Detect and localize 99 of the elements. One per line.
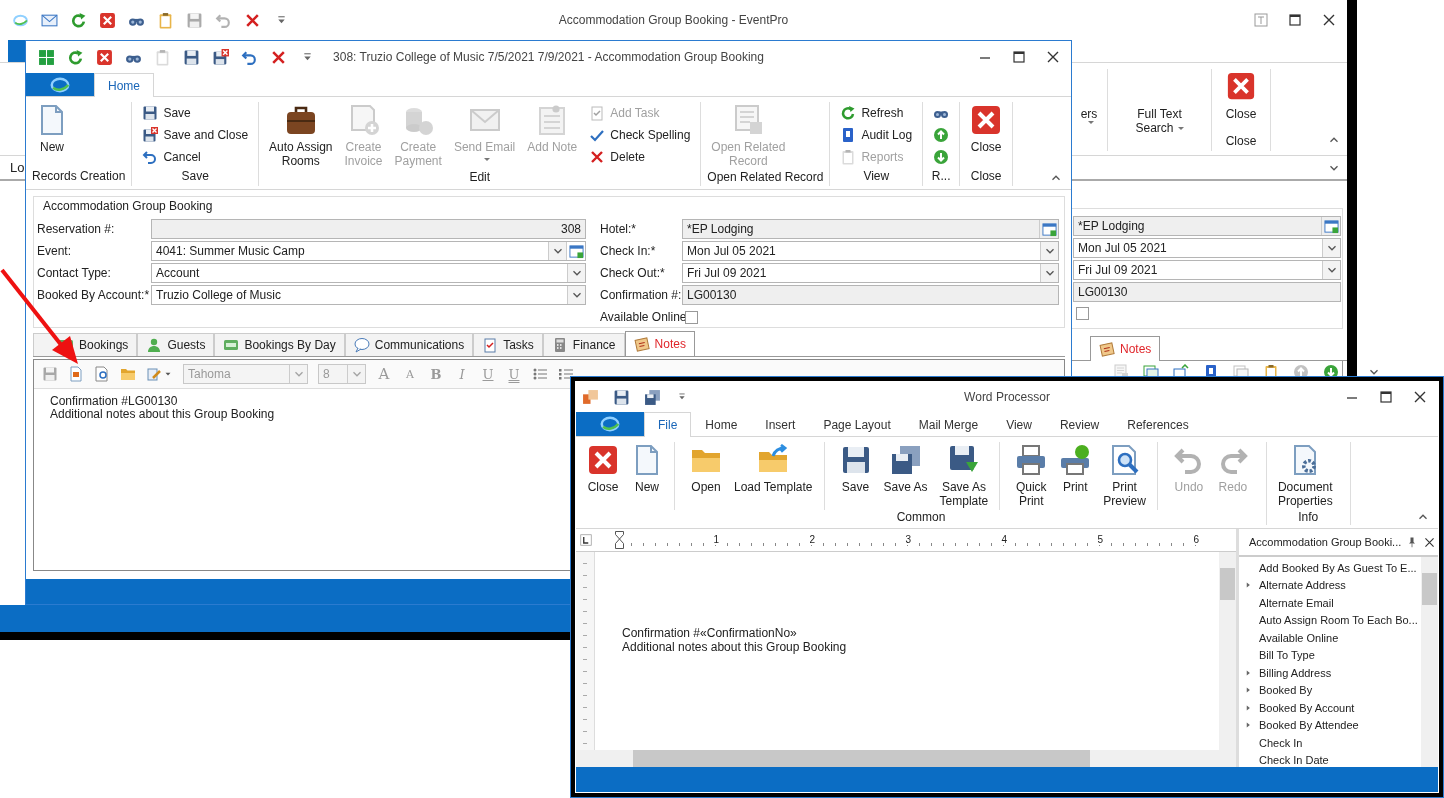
ribbon-tab[interactable]: Page Layout bbox=[809, 412, 905, 436]
ribbon-button[interactable]: Save As Template bbox=[936, 442, 992, 510]
field-item[interactable]: Booked By bbox=[1243, 681, 1313, 699]
field-item[interactable]: Alternate Address bbox=[1243, 576, 1346, 594]
text-field[interactable]: LG00130 bbox=[1073, 282, 1341, 302]
ribbon-button[interactable]: Save bbox=[836, 442, 875, 510]
group-label: Common bbox=[895, 510, 947, 525]
ruler-number: 2 bbox=[809, 535, 815, 545]
field-label: Confirmation #: bbox=[600, 288, 682, 302]
group-label: Close bbox=[1224, 134, 1258, 150]
field-item[interactable]: Check In Date bbox=[1243, 751, 1329, 769]
group-label: Info bbox=[1297, 510, 1320, 525]
window-title: Word Processor bbox=[964, 390, 1050, 404]
ribbon-button[interactable]: Close bbox=[1225, 69, 1257, 134]
group-label: Records Creation bbox=[32, 169, 126, 185]
ribbon-button[interactable]: New bbox=[628, 442, 666, 510]
ribbon-button[interactable]: Refresh bbox=[840, 104, 913, 122]
field-label: Check In:* bbox=[600, 244, 657, 258]
text-line: Additional notes about this Group Booking bbox=[50, 408, 275, 421]
field-item[interactable]: Booked By Attendee bbox=[1243, 716, 1359, 734]
text-line: Confirmation #LG00130 bbox=[50, 395, 178, 408]
field-label: Booked By Account:* bbox=[37, 288, 151, 302]
ribbon-button[interactable]: Document Properties bbox=[1274, 442, 1336, 510]
ribbon-button[interactable]: Print bbox=[1056, 442, 1095, 510]
ribbon-button[interactable]: Save and Close bbox=[142, 126, 249, 144]
ribbon-button[interactable]: Open bbox=[687, 442, 725, 510]
nav-label: Lo bbox=[10, 160, 25, 175]
ribbon-button[interactable]: ers bbox=[1080, 69, 1098, 134]
text-field[interactable]: *EP Lodging bbox=[1073, 216, 1341, 236]
ribbon-tab[interactable]: Review bbox=[1045, 412, 1114, 436]
dropdown-field[interactable]: Account bbox=[151, 263, 586, 283]
ruler-number: 6 bbox=[1193, 535, 1199, 545]
field-item[interactable]: Bill To Type bbox=[1243, 646, 1315, 664]
field-item[interactable]: Billing Address bbox=[1243, 664, 1332, 682]
dropdown-field[interactable]: Mon Jul 05 2021 bbox=[1073, 238, 1341, 258]
group-label: Edit bbox=[468, 170, 492, 186]
text-line: Confirmation #«ConfirmationNo» bbox=[622, 626, 797, 640]
tab[interactable]: Notes bbox=[1090, 336, 1161, 361]
field-label: Check Out:* bbox=[600, 266, 666, 280]
ribbon-tab[interactable]: View bbox=[992, 412, 1046, 436]
field-label: Reservation #: bbox=[37, 222, 116, 236]
ruler-number: 5 bbox=[1097, 535, 1103, 545]
ribbon-button[interactable]: Close bbox=[966, 102, 1007, 169]
dropdown-field[interactable]: Fri Jul 09 2021 bbox=[682, 263, 1059, 283]
text-field[interactable]: *EP Lodging bbox=[682, 219, 1059, 239]
ribbon-button[interactable]: Quick Print bbox=[1012, 442, 1051, 510]
group-label: R... bbox=[930, 169, 952, 185]
text-line: Additional notes about this Group Booking bbox=[622, 640, 847, 654]
tab[interactable]: Guests bbox=[137, 333, 215, 356]
field-item[interactable]: Add Booked By As Guest To E... bbox=[1243, 559, 1417, 577]
ruler-number: 4 bbox=[1001, 535, 1007, 545]
ribbon-tab[interactable]: Home bbox=[94, 73, 154, 97]
group-label: Close bbox=[969, 169, 1003, 185]
field-item[interactable]: Booked By Account bbox=[1243, 699, 1355, 717]
ribbon-button[interactable]: Save bbox=[142, 104, 249, 122]
field-label: Contact Type: bbox=[37, 266, 112, 280]
field-item[interactable]: Available Online bbox=[1243, 629, 1339, 647]
dropdown-field[interactable]: Truzio College of Music bbox=[151, 285, 586, 305]
ribbon-button[interactable]: Close bbox=[584, 442, 622, 510]
dropdown-field[interactable]: 4041: Summer Music Camp bbox=[151, 241, 586, 261]
tab[interactable]: Finance bbox=[542, 333, 625, 356]
text-field[interactable]: LG00130 bbox=[682, 285, 1059, 305]
ribbon-button[interactable]: Save As bbox=[880, 442, 931, 510]
ribbon-tab[interactable]: File bbox=[644, 412, 692, 437]
ribbon-button[interactable]: Audit Log bbox=[840, 126, 913, 144]
tab[interactable]: Communications bbox=[344, 333, 474, 356]
group-label: Save bbox=[180, 169, 210, 185]
tab[interactable]: Bookings By Day bbox=[214, 333, 345, 356]
ribbon-button[interactable]: Full Text Search bbox=[1135, 69, 1184, 135]
field-item[interactable]: Alternate Email bbox=[1243, 594, 1334, 612]
field-item[interactable]: Auto Assign Room To Each Bo... bbox=[1243, 611, 1418, 629]
ribbon-button[interactable]: Auto Assign Rooms bbox=[265, 102, 337, 170]
panel-title: Accommodation Group Booki... bbox=[1249, 536, 1402, 548]
window-title: 308: Truzio College of Music 7/5/2021 7/9/2021 - Accommodation Group Booking bbox=[333, 50, 764, 64]
ribbon-button[interactable]: Delete bbox=[589, 148, 691, 166]
group-title: Accommodation Group Booking bbox=[42, 198, 214, 215]
tab[interactable]: Notes bbox=[624, 331, 695, 356]
ribbon-button[interactable]: Cancel bbox=[142, 148, 249, 166]
ruler-number: 3 bbox=[905, 535, 911, 545]
ribbon-button[interactable]: New bbox=[32, 102, 72, 169]
text-field[interactable]: 308 bbox=[151, 219, 586, 239]
field-item[interactable]: Check In bbox=[1243, 734, 1303, 752]
ribbon-tab[interactable]: Mail Merge bbox=[904, 412, 993, 436]
group-label: View bbox=[862, 169, 891, 185]
document-page[interactable]: Confirmation #«ConfirmationNo» Additional notes about this Group Booking bbox=[595, 552, 1219, 750]
dropdown-field[interactable]: Mon Jul 05 2021 bbox=[682, 241, 1059, 261]
ribbon-button[interactable]: Check Spelling bbox=[589, 126, 691, 144]
dropdown-field[interactable]: Fri Jul 09 2021 bbox=[1073, 260, 1341, 280]
window-title: Accommodation Group Booking - EventPro bbox=[558, 13, 789, 27]
ribbon-button[interactable]: Print Preview bbox=[1100, 442, 1149, 510]
field-label: Hotel:* bbox=[600, 222, 638, 236]
ribbon-tab[interactable]: Insert bbox=[751, 412, 810, 436]
ribbon-button[interactable]: Load Template bbox=[731, 442, 816, 510]
group-label: Open Related Record bbox=[707, 170, 824, 186]
ribbon-tab[interactable]: Home bbox=[691, 412, 752, 436]
ruler-number: 1 bbox=[713, 535, 719, 545]
field-label: Event: bbox=[37, 244, 73, 258]
tab[interactable]: Tasks bbox=[473, 333, 543, 356]
ribbon-tab[interactable]: References bbox=[1113, 412, 1203, 436]
